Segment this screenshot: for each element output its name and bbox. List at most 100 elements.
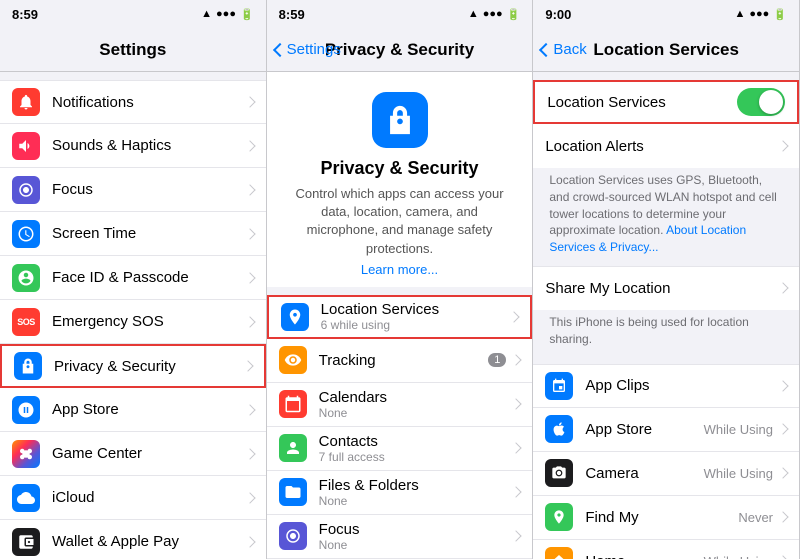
signal-icon-3: ●●● bbox=[749, 8, 769, 20]
settings-row-notifications[interactable]: Notifications bbox=[0, 80, 266, 124]
sounds-chevron bbox=[244, 140, 255, 151]
wallet-chevron bbox=[244, 536, 255, 547]
status-bar-3: 9:00 ▲ ●●● 🔋 bbox=[533, 0, 799, 28]
wifi-icon-2: ▲ bbox=[468, 8, 479, 20]
screentime-icon bbox=[12, 220, 40, 248]
contacts-icon bbox=[279, 434, 307, 462]
appclips-label: App Clips bbox=[585, 377, 779, 394]
files-sublabel: None bbox=[319, 494, 513, 508]
tracking-chevron bbox=[511, 355, 522, 366]
tracking-label: Tracking bbox=[319, 352, 489, 369]
sos-chevron bbox=[244, 316, 255, 327]
settings-row-privacy[interactable]: Privacy & Security bbox=[0, 344, 266, 388]
wifi-icon-3: ▲ bbox=[734, 8, 745, 20]
files-label: Files & Folders bbox=[319, 477, 513, 494]
settings-row-appstore[interactable]: App Store bbox=[0, 388, 266, 432]
settings-row-focus[interactable]: Focus bbox=[0, 168, 266, 212]
share-location-row[interactable]: Share My Location bbox=[533, 266, 799, 310]
status-bar-1: 8:59 ▲ ●●● 🔋 bbox=[0, 0, 266, 28]
privacy-chevron bbox=[242, 360, 253, 371]
privacy-focus-sublabel: None bbox=[319, 538, 513, 552]
privacy-row-location[interactable]: Location Services 6 while using bbox=[267, 295, 533, 339]
time-1: 8:59 bbox=[12, 7, 38, 22]
battery-icon-3: 🔋 bbox=[773, 8, 787, 21]
privacy-hero-desc: Control which apps can access your data,… bbox=[287, 185, 513, 258]
privacy-hero-link[interactable]: Learn more... bbox=[361, 262, 438, 277]
contacts-labels: Contacts 7 full access bbox=[319, 433, 513, 464]
signal-icon-2: ●●● bbox=[483, 8, 503, 20]
sounds-icon bbox=[12, 132, 40, 160]
notifications-label: Notifications bbox=[52, 94, 246, 111]
privacy-header: Settings Privacy & Security bbox=[267, 28, 533, 72]
settings-row-wallet[interactable]: Wallet & Apple Pay bbox=[0, 520, 266, 559]
settings-row-sounds[interactable]: Sounds & Haptics bbox=[0, 124, 266, 168]
focus-label: Focus bbox=[52, 181, 246, 198]
faceid-chevron bbox=[244, 272, 255, 283]
settings-row-faceid[interactable]: Face ID & Passcode bbox=[0, 256, 266, 300]
location-row-appclips[interactable]: App Clips bbox=[533, 364, 799, 408]
location-row-appstore[interactable]: App Store While Using bbox=[533, 408, 799, 452]
signal-icon: ●●● bbox=[216, 8, 236, 20]
loc-appstore-value: While Using bbox=[704, 422, 773, 437]
location-toggle-row[interactable]: Location Services bbox=[533, 80, 799, 124]
location-toggle-section: Location Services Location Alerts bbox=[533, 80, 799, 168]
location-sublabel: 6 while using bbox=[321, 318, 511, 332]
appstore-icon bbox=[12, 396, 40, 424]
location-labels: Location Services 6 while using bbox=[321, 301, 511, 332]
gamecenter-label: Game Center bbox=[52, 445, 246, 462]
privacy-items-section: Location Services 6 while using Tracking… bbox=[267, 295, 533, 559]
location-back-button[interactable]: Back bbox=[541, 41, 586, 58]
loc-appstore-label: App Store bbox=[585, 421, 703, 438]
location-alerts-label: Location Alerts bbox=[545, 138, 779, 155]
location-toggle[interactable] bbox=[737, 88, 785, 116]
location-alerts-row[interactable]: Location Alerts bbox=[533, 124, 799, 168]
location-row-home[interactable]: Home While Using bbox=[533, 540, 799, 559]
camera-value: While Using bbox=[704, 466, 773, 481]
privacy-row-calendars[interactable]: Calendars None bbox=[267, 383, 533, 427]
screentime-chevron bbox=[244, 228, 255, 239]
share-location-chevron bbox=[777, 283, 788, 294]
location-label: Location Services bbox=[321, 301, 511, 318]
share-location-desc: This iPhone is being used for location s… bbox=[533, 310, 799, 356]
settings-row-screentime[interactable]: Screen Time bbox=[0, 212, 266, 256]
privacy-hero: Privacy & Security Control which apps ca… bbox=[267, 72, 533, 287]
privacy-row-tracking[interactable]: Tracking 1 bbox=[267, 339, 533, 383]
calendars-label: Calendars bbox=[319, 389, 513, 406]
privacy-focus-icon bbox=[279, 522, 307, 550]
appclips-chevron bbox=[777, 380, 788, 391]
panel-settings: 8:59 ▲ ●●● 🔋 Settings Notifications bbox=[0, 0, 267, 559]
location-row-camera[interactable]: Camera While Using bbox=[533, 452, 799, 496]
privacy-back-button[interactable]: Settings bbox=[275, 41, 341, 58]
share-location-section: Share My Location bbox=[533, 266, 799, 310]
calendars-icon bbox=[279, 390, 307, 418]
settings-section-main: Notifications Sounds & Haptics Focus bbox=[0, 80, 266, 559]
focus-icon bbox=[12, 176, 40, 204]
settings-row-gamecenter[interactable]: Game Center bbox=[0, 432, 266, 476]
appclips-icon bbox=[545, 372, 573, 400]
settings-row-sos[interactable]: SOS Emergency SOS bbox=[0, 300, 266, 344]
status-icons-2: ▲ ●●● 🔋 bbox=[468, 8, 521, 21]
location-title: Location Services bbox=[593, 40, 739, 60]
files-icon bbox=[279, 478, 307, 506]
location-alerts-chevron bbox=[777, 140, 788, 151]
location-row-findmy[interactable]: Find My Never bbox=[533, 496, 799, 540]
files-chevron bbox=[511, 487, 522, 498]
focus-chevron bbox=[244, 184, 255, 195]
calendars-labels: Calendars None bbox=[319, 389, 513, 420]
battery-icon-2: 🔋 bbox=[507, 8, 521, 21]
settings-row-icloud[interactable]: iCloud bbox=[0, 476, 266, 520]
loc-appstore-icon bbox=[545, 415, 573, 443]
privacy-row-contacts[interactable]: Contacts 7 full access bbox=[267, 427, 533, 471]
privacy-row-files[interactable]: Files & Folders None bbox=[267, 471, 533, 515]
location-apps-section: App Clips App Store While Using Camera W… bbox=[533, 364, 799, 559]
privacy-focus-labels: Focus None bbox=[319, 521, 513, 552]
privacy-row-focus[interactable]: Focus None bbox=[267, 515, 533, 559]
findmy-value: Never bbox=[738, 510, 773, 525]
icloud-label: iCloud bbox=[52, 489, 246, 506]
camera-chevron bbox=[777, 467, 788, 478]
wifi-icon: ▲ bbox=[201, 8, 212, 20]
privacy-label: Privacy & Security bbox=[54, 358, 244, 375]
panel-location: 9:00 ▲ ●●● 🔋 Back Location Services Loca… bbox=[533, 0, 800, 559]
location-back-label: Back bbox=[553, 41, 586, 58]
sos-label: Emergency SOS bbox=[52, 313, 246, 330]
